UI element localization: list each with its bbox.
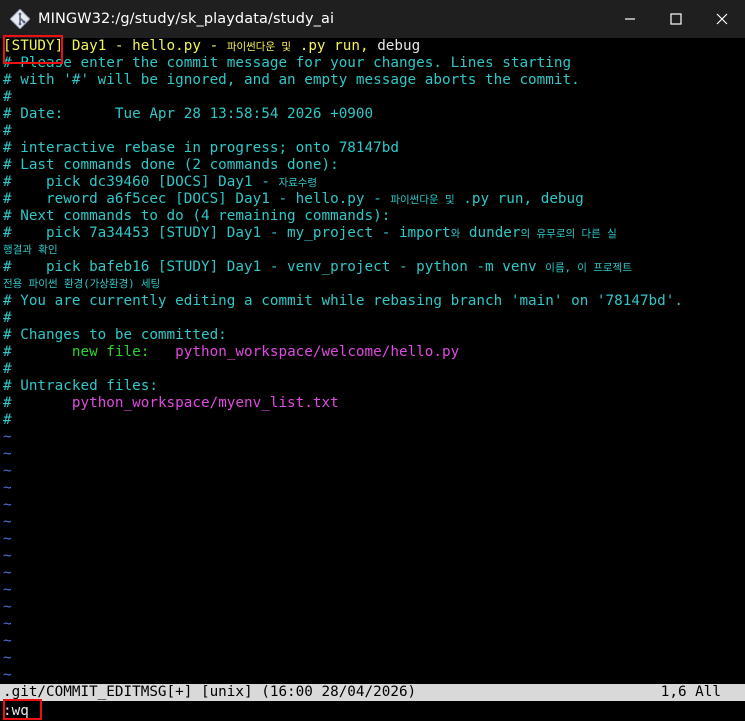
- status-cursor-position: 1,6 All: [660, 684, 721, 700]
- new-file-line: # new file: python_workspace/welcome/hel…: [3, 344, 460, 360]
- empty-line-tilde: ~: [3, 650, 12, 666]
- empty-line-tilde: ~: [3, 514, 12, 530]
- empty-line-tilde: ~: [3, 633, 12, 649]
- comment-line: # Please enter the commit message for yo…: [3, 55, 572, 71]
- comment-line: #: [3, 89, 12, 105]
- maximize-button[interactable]: [653, 0, 699, 38]
- pick-line: # pick dc39460 [DOCS] Day1 - 자료수령: [3, 174, 318, 190]
- comment-line: #: [3, 412, 12, 428]
- changes-header: # Changes to be committed:: [3, 327, 227, 343]
- empty-line-tilde: ~: [3, 548, 12, 564]
- highlight-box-command: [3, 699, 42, 720]
- untracked-header: # Untracked files:: [3, 378, 158, 394]
- maximize-icon: [670, 13, 682, 25]
- untracked-file-line: # python_workspace/myenv_list.txt: [3, 395, 339, 411]
- empty-line-tilde: ~: [3, 480, 12, 496]
- minimize-button[interactable]: [607, 0, 653, 38]
- commit-subject-line[interactable]: [STUDY] Day1 - hello.py - 파이썬다운 및 .py ru…: [3, 38, 420, 55]
- vim-editor[interactable]: [STUDY] Day1 - hello.py - 파이썬다운 및 .py ru…: [0, 38, 745, 721]
- empty-line-tilde: ~: [3, 667, 12, 683]
- date-line: # Date: Tue Apr 28 13:58:54 2026 +0900: [3, 106, 374, 122]
- comment-line: # with '#' will be ignored, and an empty…: [3, 72, 580, 88]
- comment-line: #: [3, 310, 12, 326]
- close-icon: [716, 13, 728, 25]
- highlight-box-study-tag: [3, 35, 63, 64]
- rebase-status-line: # interactive rebase in progress; onto 7…: [3, 140, 399, 156]
- vim-status-bar: .git/COMMIT_EDITMSG[+] [unix] (16:00 28/…: [0, 684, 745, 701]
- new-file-path: python_workspace/welcome/hello.py: [175, 344, 460, 360]
- empty-line-tilde: ~: [3, 616, 12, 632]
- untracked-file-path: python_workspace/myenv_list.txt: [71, 395, 339, 411]
- empty-line-tilde: ~: [3, 497, 12, 513]
- minimize-icon: [625, 18, 635, 20]
- last-commands-header: # Last commands done (2 commands done):: [3, 157, 339, 173]
- empty-line-tilde: ~: [3, 565, 12, 581]
- empty-line-tilde: ~: [3, 599, 12, 615]
- next-commands-header: # Next commands to do (4 remaining comma…: [3, 208, 391, 224]
- comment-line: #: [3, 361, 12, 377]
- empty-line-tilde: ~: [3, 446, 12, 462]
- empty-line-tilde: ~: [3, 531, 12, 547]
- git-bash-icon: [10, 9, 30, 29]
- rebasing-branch-line: # You are currently editing a commit whi…: [3, 293, 683, 309]
- wrapped-line: 전용 파이썬 환경(가상환경) 세팅: [3, 278, 161, 290]
- window-controls: [607, 0, 745, 38]
- window-title: MINGW32:/g/study/sk_playdata/study_ai: [38, 11, 335, 27]
- empty-line-tilde: ~: [3, 429, 12, 445]
- status-file-info: .git/COMMIT_EDITMSG[+] [unix] (16:00 28/…: [3, 684, 417, 700]
- empty-line-tilde: ~: [3, 463, 12, 479]
- terminal-window: MINGW32:/g/study/sk_playdata/study_ai [S…: [0, 0, 745, 721]
- pick-line: # pick bafeb16 [STUDY] Day1 - venv_proje…: [3, 259, 632, 275]
- pick-line: # pick 7a34453 [STUDY] Day1 - my_project…: [3, 225, 617, 241]
- wrapped-line: 행결과 확인: [3, 244, 58, 256]
- close-button[interactable]: [699, 0, 745, 38]
- new-file-label: new file:: [71, 344, 150, 360]
- comment-line: #: [3, 123, 12, 139]
- title-bar[interactable]: MINGW32:/g/study/sk_playdata/study_ai: [0, 0, 745, 38]
- reword-line: # reword a6f5cec [DOCS] Day1 - hello.py …: [3, 191, 584, 207]
- empty-line-tilde: ~: [3, 582, 12, 598]
